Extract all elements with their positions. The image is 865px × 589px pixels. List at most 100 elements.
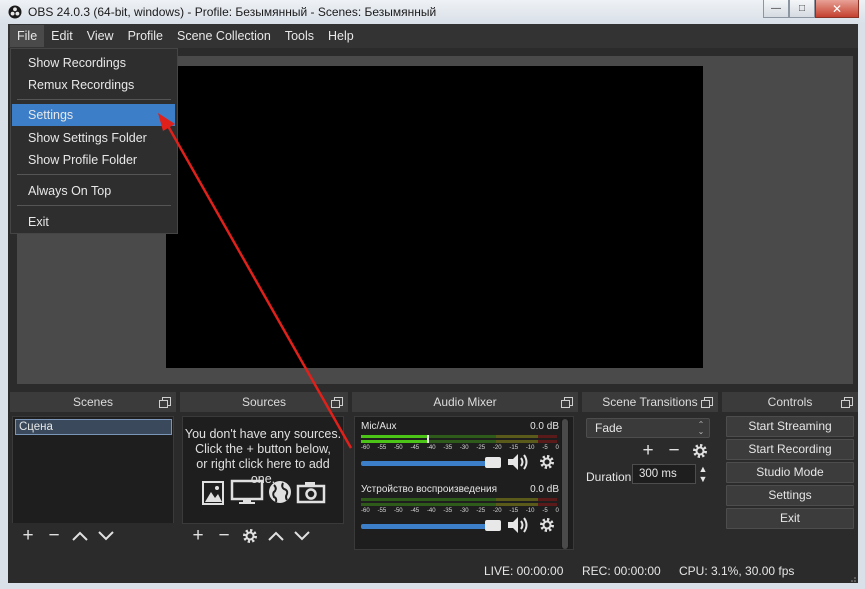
settings-button[interactable]: Settings — [726, 485, 854, 506]
remove-source-button[interactable]: − — [212, 525, 236, 547]
volume-slider-track[interactable] — [361, 461, 499, 466]
remove-transition-button[interactable]: − — [662, 440, 686, 462]
menu-item-exit[interactable]: Exit — [11, 211, 177, 233]
close-button[interactable]: ✕ — [815, 0, 859, 18]
meter-scale: -60 -55 -50 -45 -40 -35 -30 -25 -20 -15 … — [361, 445, 559, 453]
menu-help[interactable]: Help — [321, 25, 361, 47]
scale-tick: -5 — [542, 445, 548, 451]
undock-icon[interactable] — [331, 397, 343, 408]
image-icon — [202, 481, 224, 505]
scale-tick: 0 — [555, 445, 559, 451]
move-scene-up-button[interactable] — [68, 525, 92, 547]
audio-mixer-dock: Audio Mixer Mic/Aux 0.0 dB -60 -55 -50 -… — [352, 392, 578, 580]
transition-select[interactable]: Fade ⌃ ⌄ — [586, 418, 710, 438]
scale-tick: -60 — [361, 508, 370, 514]
channel-db: 0.0 dB — [530, 484, 559, 495]
scale-tick: -45 — [410, 508, 420, 514]
scale-tick: -10 — [525, 508, 535, 514]
rec-status: REC: 00:00:00 — [582, 564, 661, 578]
gear-icon[interactable] — [539, 517, 555, 533]
add-scene-button[interactable]: + — [16, 525, 40, 547]
studio-mode-button[interactable]: Studio Mode — [726, 462, 854, 483]
menu-item-show-recordings[interactable]: Show Recordings — [11, 52, 177, 74]
menu-item-settings[interactable]: Settings — [12, 104, 175, 126]
source-type-icons — [201, 479, 326, 505]
move-scene-down-button[interactable] — [94, 525, 118, 547]
scale-tick: -20 — [492, 508, 502, 514]
scale-tick: -15 — [509, 508, 519, 514]
volume-slider-track[interactable] — [361, 524, 499, 529]
channel-db: 0.0 dB — [530, 421, 559, 432]
sources-list[interactable]: You don't have any sources. Click the + … — [182, 416, 344, 524]
scale-tick: -40 — [426, 508, 436, 514]
remove-scene-button[interactable]: − — [42, 525, 66, 547]
scale-tick: -55 — [377, 508, 387, 514]
transition-properties-button[interactable] — [688, 440, 712, 462]
scale-tick: -30 — [459, 445, 469, 451]
preview-canvas[interactable] — [166, 66, 703, 368]
meter-scale: -60 -55 -50 -45 -40 -35 -30 -25 -20 -15 … — [361, 508, 559, 516]
move-source-up-button[interactable] — [264, 525, 288, 547]
scenes-dock: Scenes Сцена + − — [10, 392, 176, 580]
menu-tools[interactable]: Tools — [278, 25, 321, 47]
sources-toolbar: + − — [182, 523, 344, 549]
scale-tick: -45 — [410, 445, 420, 451]
menu-item-remux-recordings[interactable]: Remux Recordings — [11, 74, 177, 96]
scale-tick: 0 — [555, 508, 559, 514]
window-frame-left — [0, 24, 8, 589]
undock-icon[interactable] — [159, 397, 171, 408]
menu-item-show-settings-folder[interactable]: Show Settings Folder — [11, 127, 177, 149]
speaker-icon[interactable] — [507, 453, 531, 471]
scale-tick: -20 — [492, 445, 502, 451]
scene-transitions-dock-header: Scene Transitions — [582, 392, 718, 412]
minimize-button[interactable]: — — [763, 0, 789, 18]
gear-icon[interactable] — [539, 454, 555, 470]
start-recording-button[interactable]: Start Recording — [726, 439, 854, 460]
speaker-icon[interactable] — [507, 516, 531, 534]
maximize-button[interactable]: □ — [789, 0, 815, 18]
window-title: OBS 24.0.3 (64-bit, windows) - Profile: … — [28, 5, 437, 19]
volume-slider-handle[interactable] — [485, 520, 501, 531]
add-transition-button[interactable]: + — [636, 440, 660, 462]
menu-bar: File Edit View Profile Scene Collection … — [8, 24, 858, 48]
menu-edit[interactable]: Edit — [44, 25, 80, 47]
menu-file[interactable]: File — [10, 25, 45, 47]
sources-empty-line: You don't have any sources. — [184, 427, 342, 441]
menu-item-always-on-top[interactable]: Always On Top — [11, 180, 177, 202]
title-bar: OBS 24.0.3 (64-bit, windows) - Profile: … — [0, 0, 865, 24]
obs-main-window: File Edit View Profile Scene Collection … — [8, 24, 858, 583]
scale-tick: -25 — [476, 445, 486, 451]
live-status: LIVE: 00:00:00 — [484, 564, 564, 578]
undock-icon[interactable] — [841, 397, 853, 408]
undock-icon[interactable] — [701, 397, 713, 408]
cpu-status: CPU: 3.1%, 30.00 fps — [679, 564, 795, 578]
add-source-button[interactable]: + — [186, 525, 210, 547]
scenes-dock-title: Scenes — [72, 395, 114, 409]
scrollbar-thumb[interactable] — [562, 419, 568, 549]
start-streaming-button[interactable]: Start Streaming — [726, 416, 854, 437]
exit-button[interactable]: Exit — [726, 508, 854, 529]
mixer-scrollbar[interactable] — [561, 419, 569, 549]
controls-dock: Controls Start Streaming Start Recording… — [722, 392, 858, 580]
menu-view[interactable]: View — [80, 25, 121, 47]
menu-profile[interactable]: Profile — [121, 25, 170, 47]
scale-tick: -15 — [509, 445, 519, 451]
camera-icon — [296, 482, 326, 504]
audio-mixer-dock-header: Audio Mixer — [352, 392, 578, 412]
scenes-list[interactable]: Сцена — [12, 416, 174, 524]
menu-item-show-profile-folder[interactable]: Show Profile Folder — [11, 149, 177, 171]
scale-tick: -5 — [542, 508, 548, 514]
scene-item[interactable]: Сцена — [15, 419, 172, 435]
spin-down-icon[interactable]: ▼ — [696, 474, 710, 484]
spin-up-icon[interactable]: ▲ — [696, 464, 710, 474]
window-frame-bottom — [0, 583, 865, 589]
volume-slider-handle[interactable] — [485, 457, 501, 468]
source-properties-button[interactable] — [238, 525, 262, 547]
move-source-down-button[interactable] — [290, 525, 314, 547]
duration-input[interactable]: 300 ms — [632, 464, 696, 484]
globe-icon — [269, 481, 291, 503]
resize-grip-icon[interactable] — [848, 574, 856, 582]
undock-icon[interactable] — [561, 397, 573, 408]
menu-scene-collection[interactable]: Scene Collection — [170, 25, 278, 47]
volume-meter — [361, 435, 557, 443]
